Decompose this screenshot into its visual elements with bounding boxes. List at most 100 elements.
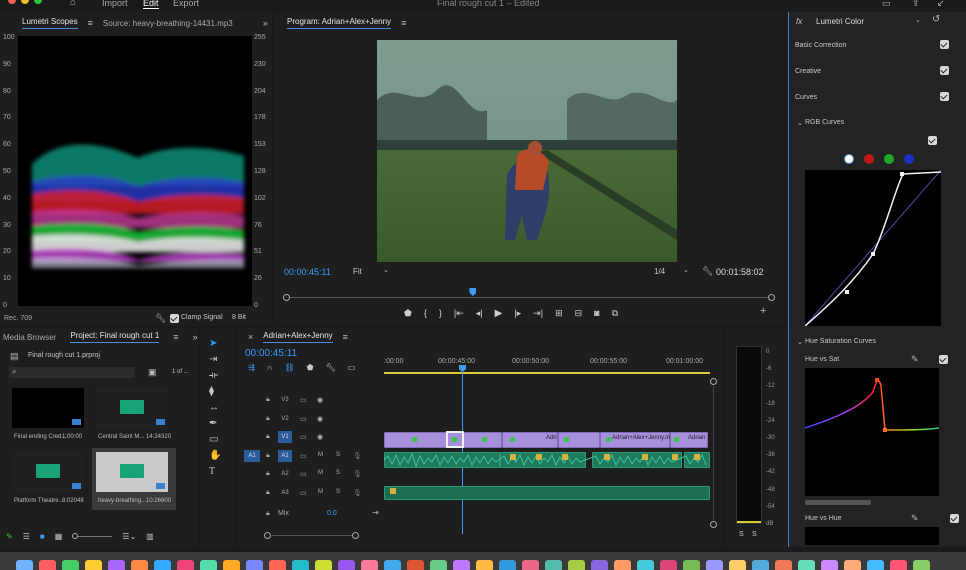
zoom-window-button[interactable] (34, 0, 42, 4)
lock-track-icon[interactable]: 🔒︎ (266, 489, 270, 497)
lock-track-icon[interactable]: 🔒︎ (266, 433, 270, 441)
timeline-settings-icon[interactable]: 🔧︎ (326, 363, 336, 372)
add-marker-icon[interactable]: ⬟ (404, 308, 412, 319)
wrench-icon[interactable]: 🔧︎ (155, 313, 166, 323)
menu-export[interactable]: Export (173, 0, 199, 8)
rgb-curves-checkbox[interactable] (928, 136, 937, 145)
toggle-visibility-icon[interactable]: ◉ (317, 415, 323, 423)
button-editor-icon[interactable]: + (760, 306, 766, 317)
voice-over-icon[interactable]: 🎙︎ (353, 452, 362, 460)
program-menu-icon[interactable]: ≡ (401, 18, 406, 28)
audio-clip-a3[interactable] (384, 486, 710, 500)
close-window-button[interactable] (8, 0, 16, 4)
sequence-menu-icon[interactable]: ≡ (343, 332, 348, 342)
dock-app-icon[interactable] (614, 560, 631, 570)
dock-app-icon[interactable] (223, 560, 240, 570)
snap-icon[interactable]: ∩ (267, 363, 273, 372)
solo-track-button[interactable]: S (336, 452, 340, 458)
dock-app-icon[interactable] (200, 560, 217, 570)
lumetri-section-label[interactable]: Basic Correction (795, 42, 846, 49)
export-frame-icon[interactable]: ◙ (594, 308, 599, 318)
zoom-slider[interactable] (72, 532, 113, 539)
rectangle-tool-icon[interactable]: ▭ (209, 434, 221, 445)
program-timecode[interactable]: 00:00:45:11 (284, 267, 331, 277)
linked-selection-icon[interactable]: ⛓ (284, 363, 294, 372)
effect-dropdown-icon[interactable]: ⌄ (915, 16, 921, 26)
sync-lock-icon[interactable]: ▭ (300, 433, 307, 441)
razor-tool-icon[interactable]: ⧫ (209, 386, 221, 397)
dock-app-icon[interactable] (85, 560, 102, 570)
ripple-edit-tool-icon[interactable]: ⟛ (209, 370, 221, 381)
slip-tool-icon[interactable]: ↔ (209, 402, 221, 413)
mute-track-button[interactable]: M (318, 470, 323, 476)
tab-media-browser[interactable]: Media Browser (3, 333, 56, 342)
pen-icon[interactable]: ✎ (6, 532, 13, 541)
fit-dropdown-icon[interactable]: ⌄ (383, 266, 389, 276)
dock-app-icon[interactable] (706, 560, 723, 570)
project-overflow-icon[interactable]: » (193, 332, 198, 342)
dock-app-icon[interactable] (131, 560, 148, 570)
dock-app-icon[interactable] (568, 560, 585, 570)
resolution-select[interactable]: 1/4 (654, 267, 665, 276)
captions-icon[interactable]: ▭ (348, 363, 356, 372)
panel-menu-icon[interactable]: ≡ (88, 18, 93, 28)
selection-tool-icon[interactable]: ➤ (209, 338, 221, 349)
dock-app-icon[interactable] (867, 560, 884, 570)
curve-channel-blue[interactable] (904, 154, 914, 164)
list-view-icon[interactable]: ☰ (23, 532, 30, 541)
toggle-visibility-icon[interactable]: ◉ (317, 433, 323, 441)
dock-app-icon[interactable] (499, 560, 516, 570)
tab-lumetri-scopes[interactable]: Lumetri Scopes (22, 17, 78, 29)
track-label-v2[interactable]: V2 (278, 413, 292, 425)
timeline-timecode[interactable]: 00:00:45:11 (245, 348, 297, 359)
lumetri-section-checkbox[interactable] (940, 92, 949, 101)
dock-app-icon[interactable] (177, 560, 194, 570)
dock-app-icon[interactable] (729, 560, 746, 570)
hue-eyedropper-icon[interactable]: ✎ (911, 513, 919, 523)
playback-scrubber[interactable] (283, 288, 775, 302)
time-ruler[interactable]: :00:00 00:00:45:00 00:00:50:00 00:00:55:00 0… (384, 354, 714, 374)
curve-channel-green[interactable] (884, 154, 894, 164)
home-icon[interactable]: ⌂ (70, 0, 76, 8)
voice-over-icon[interactable]: 🎙︎ (353, 470, 362, 478)
dock-app-icon[interactable] (545, 560, 562, 570)
dock-app-icon[interactable] (683, 560, 700, 570)
mix-lock-icon[interactable]: 🔒︎ (266, 510, 270, 518)
curve-channel-red[interactable] (864, 154, 874, 164)
freeform-view-icon[interactable]: ▦ (55, 532, 63, 541)
minimize-window-button[interactable] (21, 0, 29, 4)
dock-app-icon[interactable] (384, 560, 401, 570)
curve-channel-white[interactable] (844, 154, 854, 164)
program-playhead[interactable] (469, 288, 477, 296)
bit-depth-select[interactable]: 8 Bit (232, 314, 246, 321)
project-search-input[interactable]: ⌕ (9, 367, 135, 378)
new-bin-icon[interactable]: ▣ (148, 367, 157, 377)
dock-app-icon[interactable] (154, 560, 171, 570)
timeline-v-scroll[interactable] (710, 378, 718, 528)
sync-lock-icon[interactable]: ▭ (300, 415, 307, 423)
lock-track-icon[interactable]: 🔒︎ (266, 452, 270, 460)
panel-overflow-icon[interactable]: » (263, 18, 268, 28)
play-icon[interactable]: ▶ (495, 308, 503, 319)
hue-vs-sat-checkbox[interactable] (939, 355, 949, 364)
tab-program[interactable]: Program: Adrian+Alex+Jenny (287, 17, 392, 29)
lock-track-icon[interactable]: 🔒︎ (266, 396, 270, 404)
tab-source[interactable]: Source: heavy-breathing-14431.mp3 (103, 19, 233, 28)
lock-track-icon[interactable]: 🔒︎ (266, 470, 270, 478)
hue-vs-hue-checkbox[interactable] (950, 514, 960, 523)
mix-value[interactable]: 0.0 (327, 510, 337, 517)
color-standard[interactable]: Rec. 709 (4, 315, 32, 322)
reset-icon[interactable]: ↺ (932, 15, 940, 25)
dock-app-icon[interactable] (453, 560, 470, 570)
dock-app-icon[interactable] (844, 560, 861, 570)
dock-app-icon[interactable] (62, 560, 79, 570)
dock-app-icon[interactable] (637, 560, 654, 570)
eyedropper-icon[interactable]: ✎ (911, 354, 919, 364)
dock-app-icon[interactable] (430, 560, 447, 570)
go-to-out-icon[interactable]: ⇥| (533, 308, 543, 319)
resolution-dropdown-icon[interactable]: ⌄ (683, 266, 689, 276)
dock-app-icon[interactable] (16, 560, 33, 570)
solo-left-button[interactable]: S (739, 531, 744, 538)
sync-lock-icon[interactable]: ▭ (300, 452, 307, 460)
dock-app-icon[interactable] (522, 560, 539, 570)
